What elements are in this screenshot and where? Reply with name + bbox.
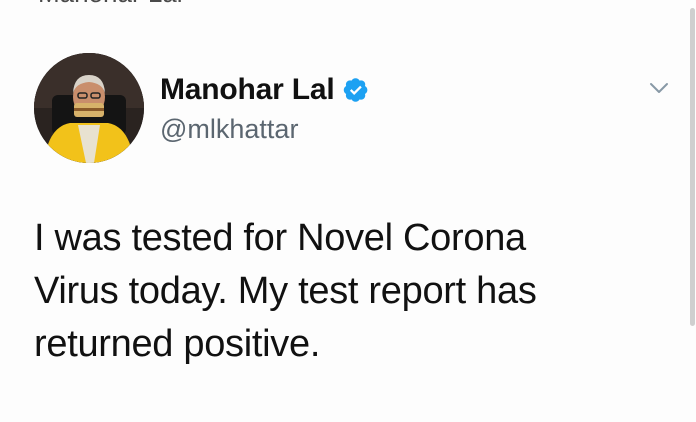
tweet-text-line: Virus today. My test report has <box>34 270 537 312</box>
tweet-screen: Manohar Lal Manohar Lal <box>0 0 696 422</box>
cut-off-header-name: Manohar Lal <box>38 0 183 9</box>
tweet-text-line: returned positive. <box>34 323 321 365</box>
chevron-down-icon[interactable] <box>648 80 670 96</box>
avatar-image <box>34 53 144 163</box>
tweet-text: I was tested for Novel Corona Virus toda… <box>34 212 674 371</box>
author-handle[interactable]: @mlkhattar <box>160 114 298 145</box>
author-name-row[interactable]: Manohar Lal <box>160 72 369 108</box>
author-display-name[interactable]: Manohar Lal <box>160 73 335 107</box>
tweet-text-line: I was tested for Novel Corona <box>34 217 526 259</box>
author-avatar[interactable] <box>34 53 144 163</box>
scrollbar[interactable] <box>690 8 695 326</box>
verified-badge-icon <box>343 78 367 102</box>
